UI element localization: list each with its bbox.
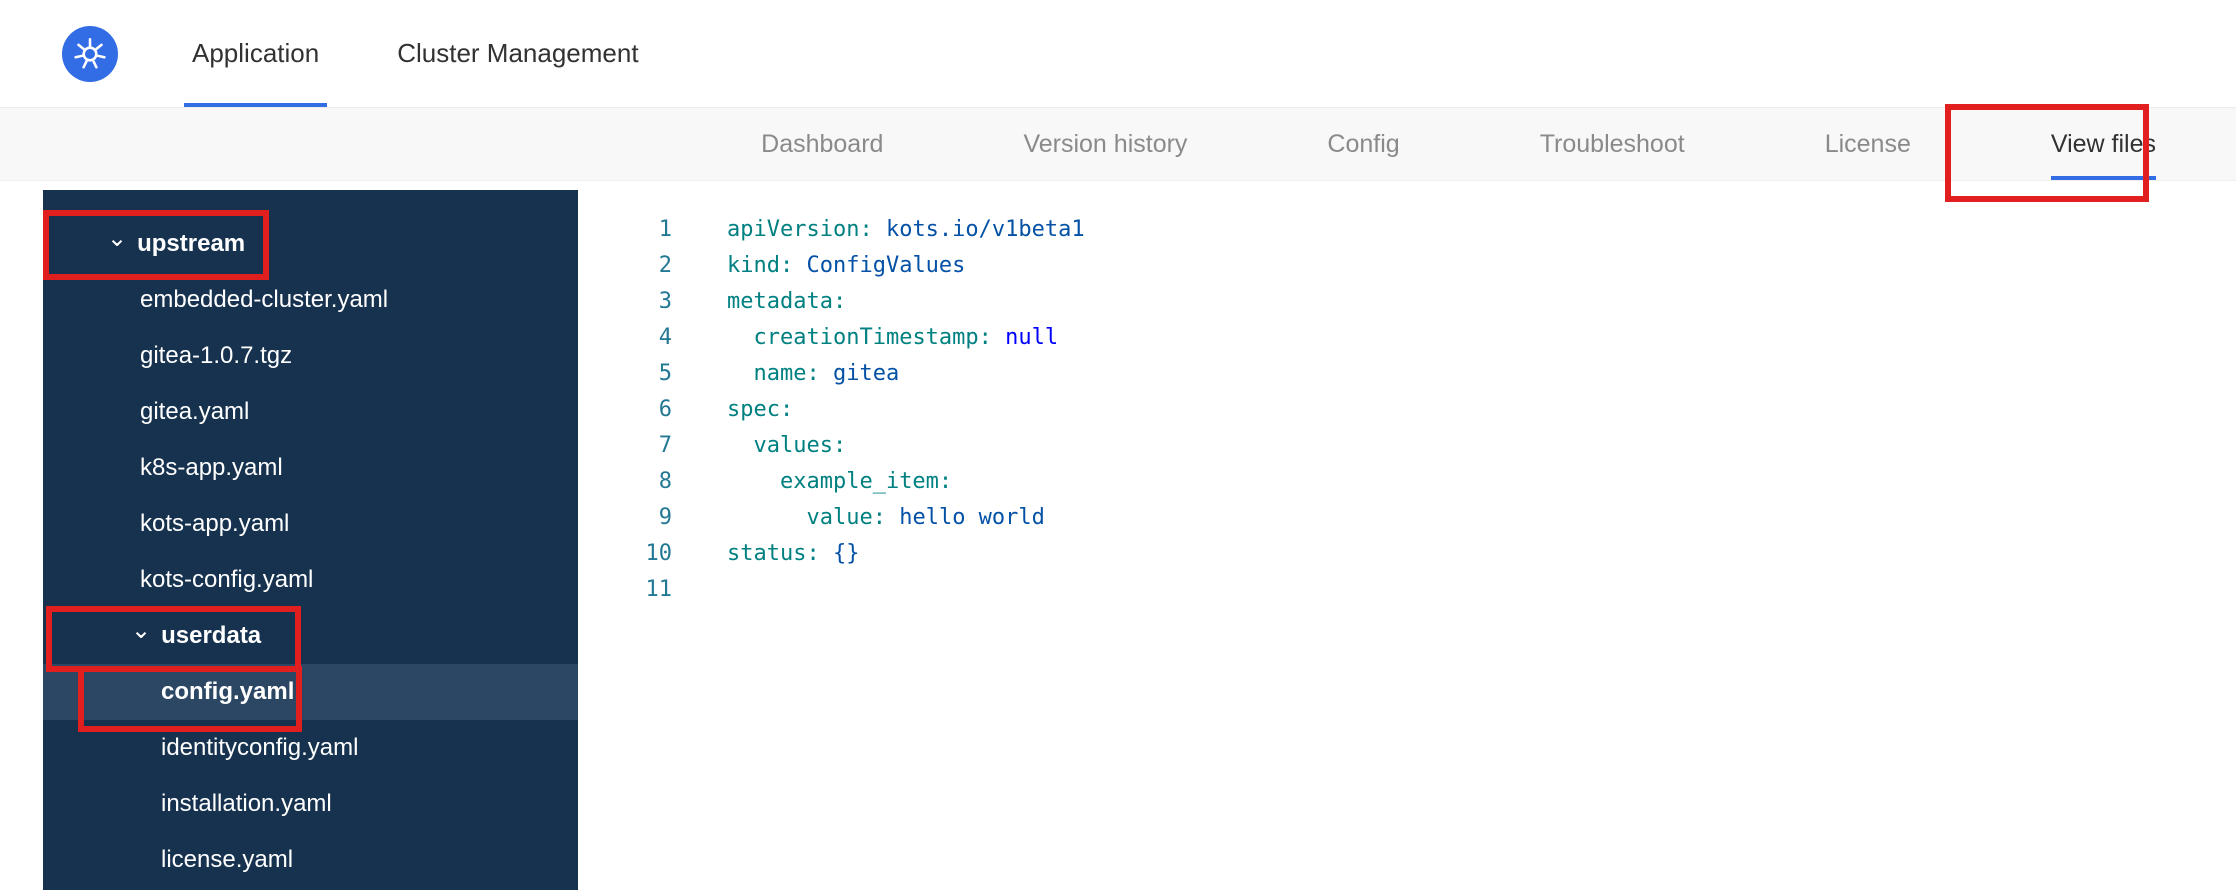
code-text: status: {} [672,536,859,572]
line-number: 2 [658,253,672,278]
file-editor: 1 apiVersion: kots.io/v1beta1 2 kind: Confi… [578,182,2236,890]
tab-cluster-management[interactable]: Cluster Management [389,0,646,107]
tree-file-k8s-app-yaml[interactable]: k8s-app.yaml [43,440,578,496]
code-token: creationTimestamp: [753,325,992,350]
code-line: 5 name: gitea [578,356,2236,392]
tree-item-label: upstream [137,230,246,257]
code-token: {} [819,541,860,566]
app-tabs: Application Cluster Management [184,0,647,107]
code-line: 3 metadata: [578,284,2236,320]
top-header: Application Cluster Management [0,0,2236,107]
code-token: apiVersion: [727,217,873,242]
code-token: kind: [727,253,794,278]
main-content: ⌄ upstream embedded-cluster.yaml gitea-1.0.… [0,182,2236,890]
tree-item-label: installation.yaml [161,790,332,817]
kubernetes-wheel-icon [74,37,106,69]
subnav-tabs: Dashboard Version history Config Troublesho… [761,108,2157,180]
line-number: 5 [658,361,672,386]
tree-item-label: license.yaml [161,846,294,873]
code-token: kots.io/v1beta1 [872,217,1085,242]
tree-item-label: config.yaml [161,678,295,705]
code-token: null [991,325,1059,350]
tree-item-label: k8s-app.yaml [140,454,283,481]
tree-file-identityconfig-yaml[interactable]: identityconfig.yaml [43,720,578,776]
tree-dir-upstream[interactable]: ⌄ upstream [43,216,578,272]
code-line: 7 values: [578,428,2236,464]
tree-item-label: kots-app.yaml [140,510,290,537]
code-line: 4 creationTimestamp: null [578,320,2236,356]
code-token: example_item: [779,469,953,494]
tree-item-label: userdata [161,622,262,649]
line-number: 1 [658,217,672,242]
tab-dashboard[interactable]: Dashboard [761,108,883,180]
app-subnav: Dashboard Version history Config Troublesho… [0,107,2236,181]
tree-file-license-yaml[interactable]: license.yaml [43,832,578,888]
code-text: creationTimestamp: null [672,320,1059,356]
line-number: 9 [658,505,672,530]
code-line: 2 kind: ConfigValues [578,248,2236,284]
tree-file-kots-config-yaml[interactable]: kots-config.yaml [43,552,578,608]
code-token: name: [753,361,820,386]
kubernetes-logo [62,25,118,82]
tab-config[interactable]: Config [1327,108,1399,180]
tree-dir-userdata[interactable]: ⌄ userdata [43,608,578,664]
code-text: value: hello world [672,500,1045,536]
tree-item-label: kots-config.yaml [140,566,314,593]
tab-troubleshoot[interactable]: Troubleshoot [1540,108,1685,180]
code-token: values: [753,433,847,458]
tab-application[interactable]: Application [184,0,328,107]
chevron-down-icon: ⌄ [131,617,152,644]
code-text: values: [672,428,847,464]
code-token: gitea [819,361,900,386]
tree-file-embedded-cluster-yaml[interactable]: embedded-cluster.yaml [43,272,578,328]
tree-item-label: identityconfig.yaml [161,734,359,761]
tree-file-config-yaml[interactable]: config.yaml [43,664,578,720]
code-text: metadata: [672,284,846,320]
tree-file-gitea-1-0-7-tgz[interactable]: gitea-1.0.7.tgz [43,328,578,384]
tab-license[interactable]: License [1825,108,1911,180]
code-token: spec: [727,397,794,422]
code-line: 10 status: {} [578,536,2236,572]
code-line: 8 example_item: [578,464,2236,500]
chevron-down-icon: ⌄ [107,225,128,252]
code-line: 9 value: hello world [578,500,2236,536]
tree-item-label: gitea.yaml [140,398,250,425]
tree-file-gitea-yaml[interactable]: gitea.yaml [43,384,578,440]
line-number: 11 [645,577,673,602]
tree-file-kots-app-yaml[interactable]: kots-app.yaml [43,496,578,552]
tab-version-history[interactable]: Version history [1023,108,1187,180]
line-number: 10 [645,541,673,566]
tree-file-installation-yaml[interactable]: installation.yaml [43,776,578,832]
code-line: 11 [578,572,2236,608]
code-token: status: [727,541,820,566]
kots-admin-console: Application Cluster Management Dashboard V… [0,0,2236,890]
code-line: 6 spec: [578,392,2236,428]
line-number: 8 [658,469,672,494]
tree-item-label: gitea-1.0.7.tgz [140,342,293,369]
tree-item-label: embedded-cluster.yaml [140,286,389,313]
code-text: spec: [672,392,793,428]
code-view: 1 apiVersion: kots.io/v1beta1 2 kind: Confi… [578,182,2236,608]
file-tree-sidebar: ⌄ upstream embedded-cluster.yaml gitea-1.0.… [43,190,578,890]
line-number: 6 [658,397,672,422]
code-line: 1 apiVersion: kots.io/v1beta1 [578,212,2236,248]
line-number: 3 [658,289,672,314]
tab-view-files[interactable]: View files [2050,108,2157,180]
code-text: apiVersion: kots.io/v1beta1 [672,212,1085,248]
line-number: 4 [658,325,672,350]
code-token: metadata: [727,289,847,314]
code-token: value: [806,505,886,530]
code-token: hello world [885,505,1045,530]
code-text: example_item: [672,464,952,500]
line-number: 7 [658,433,672,458]
code-text: name: gitea [672,356,900,392]
code-text: kind: ConfigValues [672,248,965,284]
code-token: ConfigValues [793,253,966,278]
